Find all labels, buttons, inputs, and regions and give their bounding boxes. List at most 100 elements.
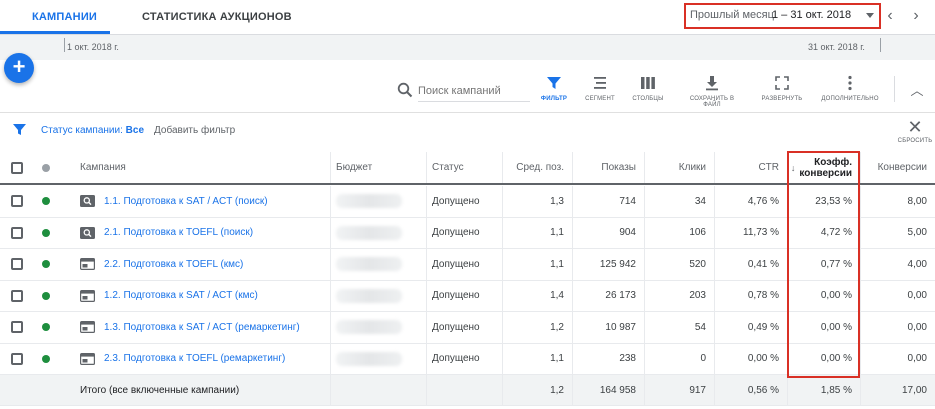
cell-dot xyxy=(34,218,58,249)
row-checkbox[interactable] xyxy=(11,289,23,302)
cell-cb[interactable] xyxy=(0,281,34,312)
column-divider xyxy=(572,249,573,280)
cell-conversions: 5,00 xyxy=(907,227,927,239)
campaign-name-link[interactable]: 2.1. Подготовка к TOEFL (поиск) xyxy=(104,227,253,238)
search-input[interactable] xyxy=(418,80,530,102)
cell-campaign[interactable]: 2.2. Подготовка к TOEFL (кмс) xyxy=(58,249,330,280)
status-enabled-dot xyxy=(42,228,50,237)
campaign-status-filter[interactable]: Статус кампании: Все xyxy=(41,125,144,136)
cell-ctr: 0,78 % xyxy=(747,290,779,302)
cell-campaign[interactable]: 1.3. Подготовка к SAT / ACT (ремаркетинг… xyxy=(58,312,330,343)
more-button[interactable]: ДОПОЛНИТЕЛЬНО xyxy=(820,74,880,108)
row-checkbox[interactable] xyxy=(11,352,23,365)
cell-budget xyxy=(330,218,426,249)
cell-campaign[interactable]: 2.1. Подготовка к TOEFL (поиск) xyxy=(58,218,330,249)
column-divider xyxy=(572,343,573,374)
campaign-name-link[interactable]: 1.2. Подготовка к SAT / ACT (кмс) xyxy=(104,290,258,301)
budget-redacted xyxy=(336,225,402,240)
cell-avg-pos: 1,2 xyxy=(550,321,564,333)
column-divider xyxy=(426,249,427,280)
status-enabled-dot xyxy=(42,291,50,300)
column-divider xyxy=(330,312,331,343)
budget-redacted xyxy=(336,194,402,209)
cell-campaign[interactable]: 2.3. Подготовка к TOEFL (ремаркетинг) xyxy=(58,344,330,375)
cell-clicks: 54 xyxy=(694,321,706,333)
cell-campaign[interactable]: 1.1. Подготовка к SAT / ACT (поиск) xyxy=(58,186,330,217)
header-budget[interactable]: Бюджет xyxy=(330,152,426,183)
cell-ctr: 11,73 % xyxy=(743,227,779,239)
campaign-name-link[interactable]: 2.3. Подготовка к TOEFL (ремаркетинг) xyxy=(104,353,285,364)
cell-cb[interactable] xyxy=(0,344,34,375)
cell-clicks: 520 xyxy=(689,258,706,270)
header-ctr[interactable]: CTR xyxy=(714,152,787,183)
cell-budget xyxy=(330,186,426,217)
tab-auction-insights[interactable]: СТАТИСТИКА АУКЦИОНОВ xyxy=(142,0,292,34)
column-divider xyxy=(714,375,715,405)
column-divider xyxy=(860,280,861,311)
cell-cb[interactable] xyxy=(0,218,34,249)
column-divider xyxy=(502,152,503,183)
cell-campaign[interactable]: 1.2. Подготовка к SAT / ACT (кмс) xyxy=(58,281,330,312)
columns-button[interactable]: СТОЛБЦЫ xyxy=(618,74,678,108)
cell-cb[interactable] xyxy=(0,312,34,343)
column-divider xyxy=(714,217,715,248)
cell-cb[interactable] xyxy=(0,249,34,280)
total-conv-rate: 1,85 % xyxy=(820,384,852,396)
row-checkbox[interactable] xyxy=(11,226,23,239)
campaign-name-link[interactable]: 1.3. Подготовка к SAT / ACT (ремаркетинг… xyxy=(104,322,300,333)
header-avg-pos[interactable]: Сред. поз. xyxy=(502,152,572,183)
cell-cb[interactable] xyxy=(0,186,34,217)
cell-impressions: 10 987 xyxy=(605,321,636,333)
date-range-value: 1 – 31 окт. 2018 xyxy=(772,9,852,21)
row-checkbox[interactable] xyxy=(11,258,23,271)
search-icon[interactable] xyxy=(397,82,413,98)
header-impressions[interactable]: Показы xyxy=(572,152,644,183)
column-divider xyxy=(714,280,715,311)
timeline-start-tick xyxy=(64,38,65,52)
total-conversions: 17,00 xyxy=(901,384,927,396)
display-campaign-icon xyxy=(80,258,95,271)
column-divider xyxy=(572,152,573,183)
column-divider xyxy=(644,375,645,405)
display-campaign-icon xyxy=(80,289,95,302)
chevron-left-icon[interactable]: ‹ xyxy=(880,6,900,26)
column-divider xyxy=(572,375,573,405)
header-cb[interactable] xyxy=(0,152,34,183)
cell-status: Допущено xyxy=(432,290,480,302)
filter-bar-icon[interactable] xyxy=(12,122,27,137)
column-divider xyxy=(502,343,503,374)
tab-campaigns[interactable]: КАМПАНИИ xyxy=(32,0,97,34)
add-filter-link[interactable]: Добавить фильтр xyxy=(154,125,235,136)
add-campaign-button[interactable]: + xyxy=(4,53,34,83)
chevron-up-icon[interactable]: ︿ xyxy=(905,80,929,102)
column-divider xyxy=(330,249,331,280)
select-all-checkbox[interactable] xyxy=(11,161,23,174)
dropdown-caret-icon[interactable] xyxy=(866,13,874,18)
header-clicks[interactable]: Клики xyxy=(644,152,714,183)
budget-redacted xyxy=(336,320,402,335)
expand-button[interactable]: РАЗВЕРНУТЬ xyxy=(752,74,812,108)
row-checkbox[interactable] xyxy=(11,321,23,334)
download-button[interactable]: СОХРАНИТЬ В ФАЙЛ xyxy=(682,74,742,108)
chevron-right-icon[interactable]: › xyxy=(906,6,926,26)
header-status[interactable]: Статус xyxy=(426,152,502,183)
column-divider xyxy=(787,375,788,405)
filter-status-value: Все xyxy=(125,125,145,136)
cell-avg-pos: 1,1 xyxy=(550,258,564,270)
campaign-name-link[interactable]: 2.2. Подготовка к TOEFL (кмс) xyxy=(104,259,243,270)
filter-status-label: Статус кампании: xyxy=(41,125,123,136)
conversion-rate-highlight xyxy=(787,151,860,378)
header-conversions[interactable]: Конверсии xyxy=(860,152,935,183)
cell-budget xyxy=(330,281,426,312)
row-checkbox[interactable] xyxy=(11,195,23,208)
cell-status: Допущено xyxy=(432,321,480,333)
cell-conversions: 4,00 xyxy=(907,258,927,270)
column-divider xyxy=(426,186,427,217)
reset-filters-button[interactable]: ✕ СБРОСИТЬ xyxy=(896,118,934,150)
column-divider xyxy=(330,343,331,374)
download-icon xyxy=(706,76,718,91)
column-divider xyxy=(860,152,861,183)
cell-ctr: 4,76 % xyxy=(747,195,779,207)
header-campaign[interactable]: Кампания xyxy=(58,152,330,183)
campaign-name-link[interactable]: 1.1. Подготовка к SAT / ACT (поиск) xyxy=(104,196,268,207)
